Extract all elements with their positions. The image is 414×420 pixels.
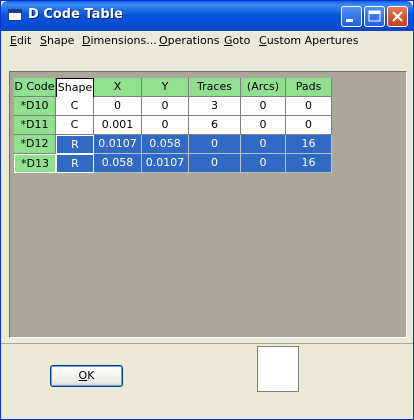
cell-d12-shape[interactable]: R bbox=[56, 135, 94, 154]
column-header-shape[interactable]: Shape bbox=[56, 78, 94, 98]
row-header-d10[interactable]: *D10 bbox=[14, 97, 56, 116]
minimize-icon bbox=[346, 19, 353, 22]
cell-d11-traces[interactable]: 6 bbox=[189, 116, 241, 135]
cell-d12-x[interactable]: 0.0107 bbox=[94, 135, 142, 154]
cell-d10-x[interactable]: 0 bbox=[94, 97, 142, 116]
column-header-arcs[interactable]: (Arcs) bbox=[241, 78, 286, 97]
maximize-icon bbox=[368, 10, 381, 22]
ok-button-label: K bbox=[87, 369, 95, 382]
cell-d13-shape[interactable]: R bbox=[56, 154, 94, 173]
close-icon bbox=[392, 11, 403, 22]
menu-edit[interactable]: Edit bbox=[10, 34, 31, 47]
menu-shape[interactable]: Shape bbox=[40, 34, 74, 47]
cell-d11-x[interactable]: 0.001 bbox=[94, 116, 142, 135]
ok-button[interactable]: OK bbox=[50, 365, 123, 387]
menu-edit-accel: E bbox=[10, 34, 17, 47]
menu-bar: Edit Shape Dimensions... Operations Goto… bbox=[1, 31, 413, 51]
aperture-preview bbox=[257, 346, 299, 392]
cell-d12-y[interactable]: 0.058 bbox=[142, 135, 189, 154]
cell-d11-pads[interactable]: 0 bbox=[286, 116, 332, 135]
cell-d11-arcs[interactable]: 0 bbox=[241, 116, 286, 135]
d-code-table-window: D Code Table Edit Shape Dimensions... Op… bbox=[0, 0, 414, 420]
title-bar[interactable]: D Code Table bbox=[1, 1, 413, 31]
row-header-d11[interactable]: *D11 bbox=[14, 116, 56, 135]
column-header-dcode[interactable]: D Code bbox=[14, 78, 56, 97]
cell-d11-shape[interactable]: C bbox=[56, 116, 94, 135]
separator bbox=[1, 343, 413, 344]
cell-d12-arcs[interactable]: 0 bbox=[241, 135, 286, 154]
menu-custom-apertures-accel: C bbox=[259, 34, 267, 47]
d-code-grid[interactable]: D Code Shape X Y Traces (Arcs) Pads *D10… bbox=[9, 71, 407, 338]
maximize-button[interactable] bbox=[364, 6, 385, 27]
menu-shape-label: hape bbox=[46, 34, 75, 47]
column-header-traces[interactable]: Traces bbox=[189, 78, 241, 97]
column-header-x[interactable]: X bbox=[94, 78, 142, 97]
minimize-button[interactable] bbox=[341, 6, 362, 27]
cell-d10-traces[interactable]: 3 bbox=[189, 97, 241, 116]
row-header-d13[interactable]: *D13 bbox=[14, 154, 56, 173]
column-header-pads[interactable]: Pads bbox=[286, 78, 332, 97]
menu-shape-accel: S bbox=[40, 34, 47, 47]
cell-d10-pads[interactable]: 0 bbox=[286, 97, 332, 116]
cell-d10-shape[interactable]: C bbox=[56, 97, 94, 116]
row-header-d12[interactable]: *D12 bbox=[14, 135, 56, 154]
ok-button-accel: O bbox=[78, 369, 88, 382]
close-button[interactable] bbox=[387, 6, 408, 27]
menu-custom-apertures[interactable]: Custom Apertures bbox=[259, 34, 359, 47]
menu-goto-accel: G bbox=[224, 34, 233, 47]
cell-d13-arcs[interactable]: 0 bbox=[241, 154, 286, 173]
menu-dimensions[interactable]: Dimensions... bbox=[82, 34, 157, 47]
cell-d10-arcs[interactable]: 0 bbox=[241, 97, 286, 116]
cell-d13-pads[interactable]: 16 bbox=[286, 154, 332, 173]
menu-custom-apertures-label: ustom Apertures bbox=[266, 34, 359, 47]
cell-d10-y[interactable]: 0 bbox=[142, 97, 189, 116]
column-header-y[interactable]: Y bbox=[142, 78, 189, 97]
window-title: D Code Table bbox=[28, 7, 123, 22]
cell-d11-y[interactable]: 0 bbox=[142, 116, 189, 135]
menu-dimensions-label: imensions... bbox=[90, 34, 157, 47]
window-icon bbox=[8, 9, 22, 21]
menu-goto[interactable]: Goto bbox=[224, 34, 250, 47]
cell-d13-x[interactable]: 0.058 bbox=[94, 154, 142, 173]
menu-operations[interactable]: Operations bbox=[159, 34, 220, 47]
menu-operations-accel: O bbox=[159, 34, 168, 47]
cell-d13-y[interactable]: 0.0107 bbox=[142, 154, 189, 173]
cell-d12-traces[interactable]: 0 bbox=[189, 135, 241, 154]
cell-d12-pads[interactable]: 16 bbox=[286, 135, 332, 154]
cell-d13-traces[interactable]: 0 bbox=[189, 154, 241, 173]
menu-operations-label: perations bbox=[167, 34, 220, 47]
menu-goto-label: oto bbox=[232, 34, 251, 47]
menu-edit-label: dit bbox=[16, 34, 32, 47]
